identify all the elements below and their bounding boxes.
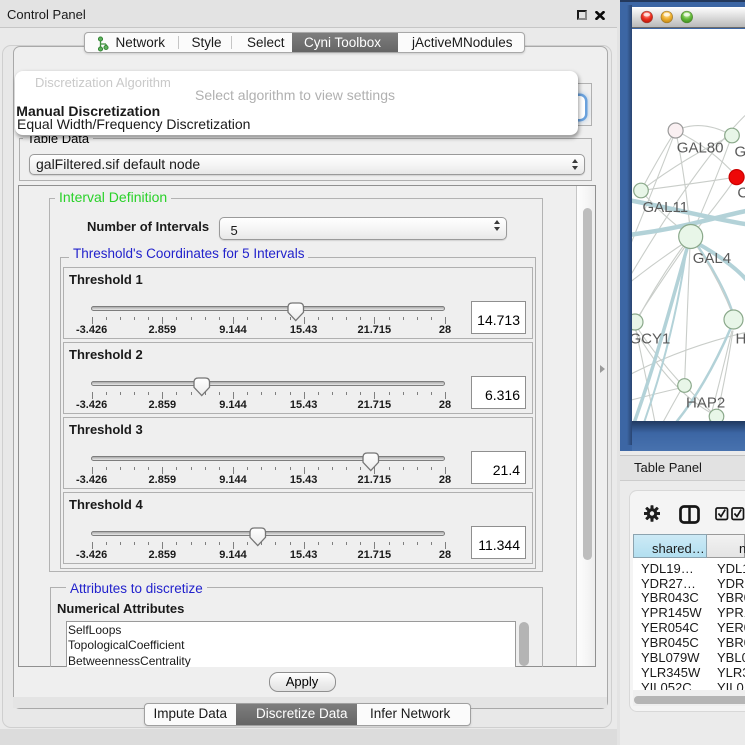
svg-text:C: C xyxy=(737,184,745,201)
svg-text:HAP2: HAP2 xyxy=(686,394,725,411)
svg-text:GCY1: GCY1 xyxy=(632,330,670,347)
svg-text:GAL80: GAL80 xyxy=(677,139,724,156)
svg-text:GAL11: GAL11 xyxy=(643,199,689,216)
svg-text:GA: GA xyxy=(735,143,745,160)
svg-text:HA: HA xyxy=(736,330,745,347)
svg-text:GAL4: GAL4 xyxy=(693,249,731,266)
